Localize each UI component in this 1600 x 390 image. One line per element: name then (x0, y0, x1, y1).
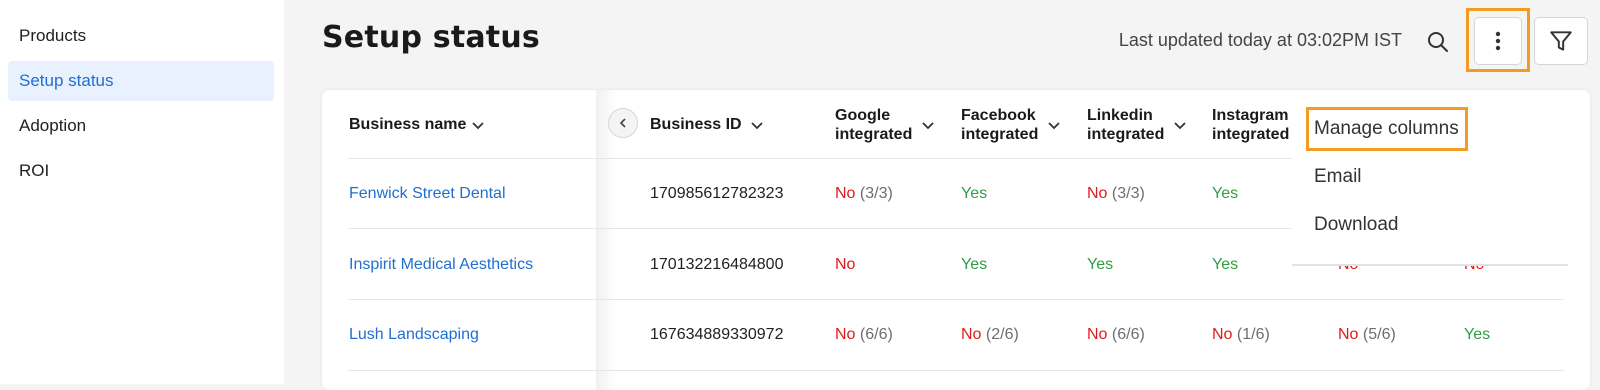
business-name-link[interactable]: Fenwick Street Dental (349, 185, 506, 203)
column-header-label: Linkedin (1087, 107, 1153, 124)
chevron-down-icon (922, 122, 934, 130)
menu-item-manage-columns[interactable]: Manage columns (1314, 118, 1459, 140)
menu-item-download[interactable]: Download (1314, 214, 1399, 236)
google-status-cell: No (3/3) (835, 185, 893, 203)
chevron-down-icon (751, 122, 763, 130)
search-icon (1428, 32, 1448, 52)
sidebar-item-setup-status[interactable]: Setup status (8, 61, 274, 101)
more-options-menu: Manage columns Email Download (1292, 100, 1568, 266)
column-header-label: integrated (835, 126, 913, 143)
chevron-down-icon (1048, 122, 1060, 130)
menu-item-email[interactable]: Email (1314, 166, 1362, 188)
status-detail: (3/3) (1111, 185, 1145, 202)
status-detail: (3/3) (859, 185, 893, 202)
business-id-cell: 170985612782323 (650, 185, 784, 202)
business-id-cell: 167634889330972 (650, 326, 784, 343)
linkedin-status-cell: No (3/3) (1087, 185, 1145, 203)
filter-icon (1550, 31, 1572, 51)
chevron-left-icon (619, 118, 626, 128)
status-detail: (6/6) (1111, 326, 1145, 343)
column-header-instagram-integrated[interactable]: Instagram integrated (1212, 106, 1289, 144)
filter-button[interactable] (1534, 17, 1588, 65)
facebook-status-cell: Yes (961, 256, 988, 273)
facebook-status-cell: No (2/6) (961, 326, 1019, 344)
more-vert-icon (1495, 31, 1501, 51)
instagram-status-cell: No (1/6) (1212, 326, 1270, 344)
column-header-facebook-integrated[interactable]: Facebook integrated (961, 106, 1060, 144)
business-name-link[interactable]: Lush Landscaping (349, 326, 479, 344)
status-detail: (6/6) (859, 326, 893, 343)
column-header-label: integrated (1212, 126, 1290, 143)
chevron-down-icon (1174, 122, 1186, 130)
linkedin-status-cell: Yes (1087, 256, 1114, 273)
status-no: No (1338, 326, 1359, 343)
status-no: No (835, 326, 856, 343)
column-header-linkedin-integrated[interactable]: Linkedin integrated (1087, 106, 1186, 144)
linkedin-status-cell: No (6/6) (1087, 326, 1145, 344)
status-no: No (1087, 326, 1108, 343)
status-detail: (2/6) (985, 326, 1019, 343)
column-header-business-name[interactable]: Business name (349, 115, 484, 134)
row-divider (348, 299, 1564, 300)
column-header-label: integrated (961, 126, 1039, 143)
sidebar: Products Setup status Adoption ROI (0, 0, 284, 384)
page-title: Setup status (322, 20, 540, 55)
facebook-status-cell: Yes (961, 185, 988, 202)
sidebar-item-products[interactable]: Products (8, 16, 274, 56)
chevron-down-icon (472, 122, 484, 130)
business-name-link[interactable]: Inspirit Medical Aesthetics (349, 256, 533, 274)
column-header-label: Business ID (650, 116, 742, 133)
google-status-cell: No (6/6) (835, 326, 893, 344)
column-header-label: Instagram (1212, 107, 1289, 124)
more-options-button[interactable] (1474, 17, 1522, 65)
sidebar-item-adoption[interactable]: Adoption (8, 106, 274, 146)
status-no: No (835, 185, 856, 202)
status-no: No (1212, 326, 1233, 343)
sidebar-item-roi[interactable]: ROI (8, 151, 274, 191)
status-detail: (5/6) (1362, 326, 1396, 343)
business-id-cell: 170132216484800 (650, 256, 784, 273)
status-detail: (1/6) (1236, 326, 1270, 343)
status-cell: Yes (1464, 326, 1491, 343)
status-no: No (961, 326, 982, 343)
column-header-label: integrated (1087, 126, 1165, 143)
row-divider (348, 370, 1564, 371)
column-header-label: Facebook (961, 107, 1036, 124)
last-updated-text: Last updated today at 03:02PM IST (1118, 30, 1402, 50)
column-header-label: Business name (349, 116, 467, 133)
google-status-cell: No (835, 256, 856, 273)
instagram-status-cell: Yes (1212, 256, 1239, 273)
status-no: No (1087, 185, 1108, 202)
column-header-google-integrated[interactable]: Google integrated (835, 106, 934, 144)
search-button[interactable] (1424, 28, 1452, 56)
collapse-columns-button[interactable] (608, 108, 638, 138)
column-header-label: Google (835, 107, 891, 124)
instagram-status-cell: Yes (1212, 185, 1239, 202)
column-header-business-id[interactable]: Business ID (650, 115, 763, 134)
status-cell: No (5/6) (1338, 326, 1396, 344)
